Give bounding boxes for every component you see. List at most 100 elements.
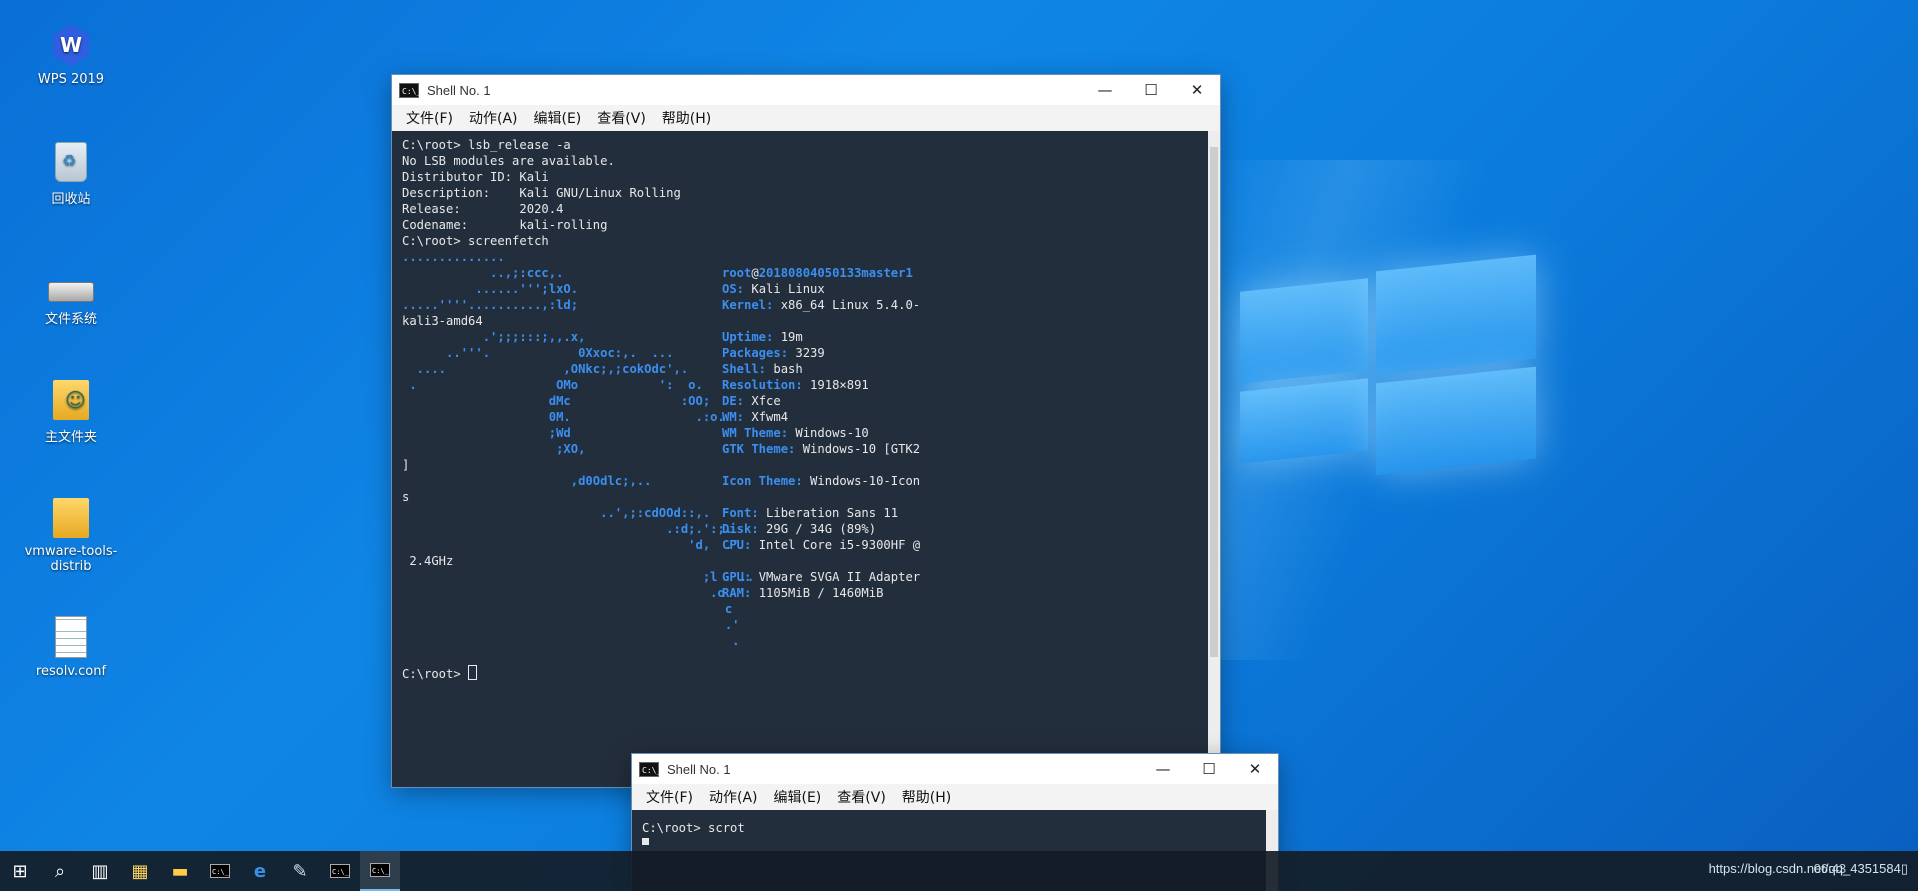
tray-text: https://blog.csdn.net/qq_4351584▯	[1708, 861, 1908, 876]
menu-action[interactable]: 动作(A)	[461, 108, 526, 128]
sysinfo-value: Windows-10 [GTK2	[795, 442, 921, 456]
clock[interactable]: 06:43	[1814, 861, 1847, 876]
terminal-line: Distributor ID: Kali	[402, 170, 549, 184]
taskbar-app-shell-1[interactable]: C:\_	[320, 851, 360, 891]
wrapped-text: s	[402, 490, 410, 504]
desktop-icon-label: 主文件夹	[44, 430, 97, 445]
sysinfo-line: Shell: bash	[722, 361, 803, 377]
terminal-app-icon: C:\_	[639, 761, 661, 777]
terminal-icon: C:\_	[330, 864, 350, 878]
sysinfo-line: WM Theme: Windows-10	[722, 425, 869, 441]
sysinfo-key: OS:	[722, 282, 745, 296]
sysinfo-value: 29G / 34G (89%)	[758, 522, 877, 536]
sysinfo-line: Resolution: 1918×891	[722, 377, 869, 393]
terminal-window-main[interactable]: C:\_ Shell No. 1 — ☐ ✕ 文件(F) 动作(A) 编辑(E)…	[392, 75, 1220, 787]
taskbar-app-terminal[interactable]: C:\_	[200, 851, 240, 891]
recycle-bin-icon	[55, 142, 87, 182]
sysinfo-key: Font:	[722, 506, 759, 520]
scrollbar-thumb[interactable]	[1210, 147, 1218, 657]
sysinfo-line: DE: Xfce	[722, 393, 781, 409]
sysinfo-value: Windows-10-Icon	[802, 474, 921, 488]
menu-file[interactable]: 文件(F)	[638, 787, 701, 807]
desktop-icon-filesystem[interactable]: 文件系统	[16, 270, 126, 327]
logo-pane	[1240, 378, 1368, 464]
taskbar-app-text-editor[interactable]: ✎	[280, 851, 320, 891]
start-button[interactable]: ⊞	[0, 851, 40, 891]
wrapped-text: kali3-amd64	[402, 314, 483, 328]
desktop-icon-resolv-conf[interactable]: resolv.conf	[16, 616, 126, 679]
menu-file[interactable]: 文件(F)	[398, 108, 461, 128]
terminal-app-icon: C:\_	[399, 82, 421, 98]
text-editor-icon: ✎	[292, 860, 308, 882]
ascii-art-line: ,d0Odlc;,..	[402, 474, 652, 488]
close-button[interactable]: ✕	[1232, 754, 1278, 784]
ascii-art-line: .	[402, 634, 740, 648]
sysinfo-value: 1105MiB / 1460MiB	[751, 586, 884, 600]
file-manager-icon: ▦	[131, 860, 149, 882]
menu-action[interactable]: 动作(A)	[701, 787, 766, 807]
desktop-icon-recycle-bin[interactable]: 回收站	[16, 142, 126, 207]
sysinfo-value: VMware SVGA II Adapter	[751, 570, 921, 584]
file-icon	[55, 616, 87, 658]
desktop-icon-vmware-tools[interactable]: vmware-tools-distrib	[16, 498, 126, 574]
ascii-art-line: ..,;:ccc,.	[402, 266, 564, 280]
maximize-button[interactable]: ☐	[1128, 75, 1174, 105]
sysinfo-value: 3239	[788, 346, 825, 360]
sysinfo-value: Xfwm4	[744, 410, 789, 424]
taskbar-app-explorer-manager[interactable]: ▦	[120, 851, 160, 891]
ascii-art-line: ..',;:cdOOd::,.	[402, 506, 711, 520]
terminal-output[interactable]: C:\root> lsb_release -a No LSB modules ar…	[392, 131, 1220, 787]
sysinfo-line: RAM: 1105MiB / 1460MiB	[722, 585, 883, 601]
desktop-icon-label: resolv.conf	[35, 664, 107, 679]
minimize-button[interactable]: —	[1140, 754, 1186, 784]
ascii-art-line: ;l ..	[402, 570, 755, 584]
ascii-art-line: ......''';lxO.	[402, 282, 579, 296]
drive-icon	[48, 282, 94, 302]
sysinfo-line: Font: Liberation Sans 11	[722, 505, 898, 521]
wrapped-text: 2.4GHz	[402, 554, 454, 568]
taskbar: ⊞ ⌕ ▥ ▦ ▬ C:\_ e ✎ C:\_ C:\_ https://blo…	[0, 851, 1918, 891]
sysinfo-key: WM:	[722, 410, 745, 424]
ascii-art-line: dMc :OO;	[402, 394, 711, 408]
sysinfo-value: x86_64 Linux 5.4.0-	[773, 298, 921, 312]
menu-bar: 文件(F) 动作(A) 编辑(E) 查看(V) 帮助(H)	[392, 105, 1220, 131]
taskbar-app-edge[interactable]: e	[240, 851, 280, 891]
sysinfo-line: Packages: 3239	[722, 345, 825, 361]
wrapped-text: ]	[402, 458, 410, 472]
terminal-icon: C:\_	[210, 864, 230, 878]
wps-icon: W	[52, 24, 90, 66]
logo-pane	[1376, 254, 1536, 376]
maximize-button[interactable]: ☐	[1186, 754, 1232, 784]
sysinfo-line: Icon Theme: Windows-10-Icon	[722, 473, 920, 489]
menu-help[interactable]: 帮助(H)	[894, 787, 959, 807]
terminal-cursor	[468, 665, 478, 680]
terminal-line: Release: 2020.4	[402, 202, 564, 216]
sysinfo-key: Kernel:	[722, 298, 774, 312]
scrollbar[interactable]	[1208, 131, 1220, 787]
system-tray[interactable]: https://blog.csdn.net/qq_4351584▯ 06:43	[1709, 861, 1908, 877]
desktop-icon-label: vmware-tools-distrib	[24, 544, 118, 574]
sysinfo-line: Kernel: x86_64 Linux 5.4.0-	[722, 297, 920, 313]
task-view-button[interactable]: ▥	[80, 851, 120, 891]
sysinfo-hostname: 20180804050133master1	[758, 266, 913, 280]
desktop-icon-wps[interactable]: W WPS 2019	[16, 24, 126, 87]
desktop-icon-label: 回收站	[51, 192, 91, 207]
terminal-line: No LSB modules are available.	[402, 154, 615, 168]
sysinfo-line: GTK Theme: Windows-10 [GTK2	[722, 441, 920, 457]
task-view-icon: ▥	[91, 860, 109, 882]
window-titlebar[interactable]: C:\_ Shell No. 1 — ☐ ✕	[392, 75, 1220, 105]
taskbar-app-folder[interactable]: ▬	[160, 851, 200, 891]
menu-help[interactable]: 帮助(H)	[654, 108, 719, 128]
sysinfo-line: CPU: Intel Core i5-9300HF @	[722, 537, 920, 553]
menu-edit[interactable]: 编辑(E)	[766, 787, 830, 807]
taskbar-app-shell-2[interactable]: C:\_	[360, 851, 400, 891]
ascii-art-line: c	[402, 602, 733, 616]
minimize-button[interactable]: —	[1082, 75, 1128, 105]
menu-view[interactable]: 查看(V)	[589, 108, 654, 128]
close-button[interactable]: ✕	[1174, 75, 1220, 105]
desktop-icon-home[interactable]: 主文件夹	[16, 380, 126, 445]
search-button[interactable]: ⌕	[40, 851, 80, 891]
window-titlebar[interactable]: C:\_ Shell No. 1 — ☐ ✕	[632, 754, 1278, 784]
menu-edit[interactable]: 编辑(E)	[526, 108, 590, 128]
menu-view[interactable]: 查看(V)	[829, 787, 894, 807]
